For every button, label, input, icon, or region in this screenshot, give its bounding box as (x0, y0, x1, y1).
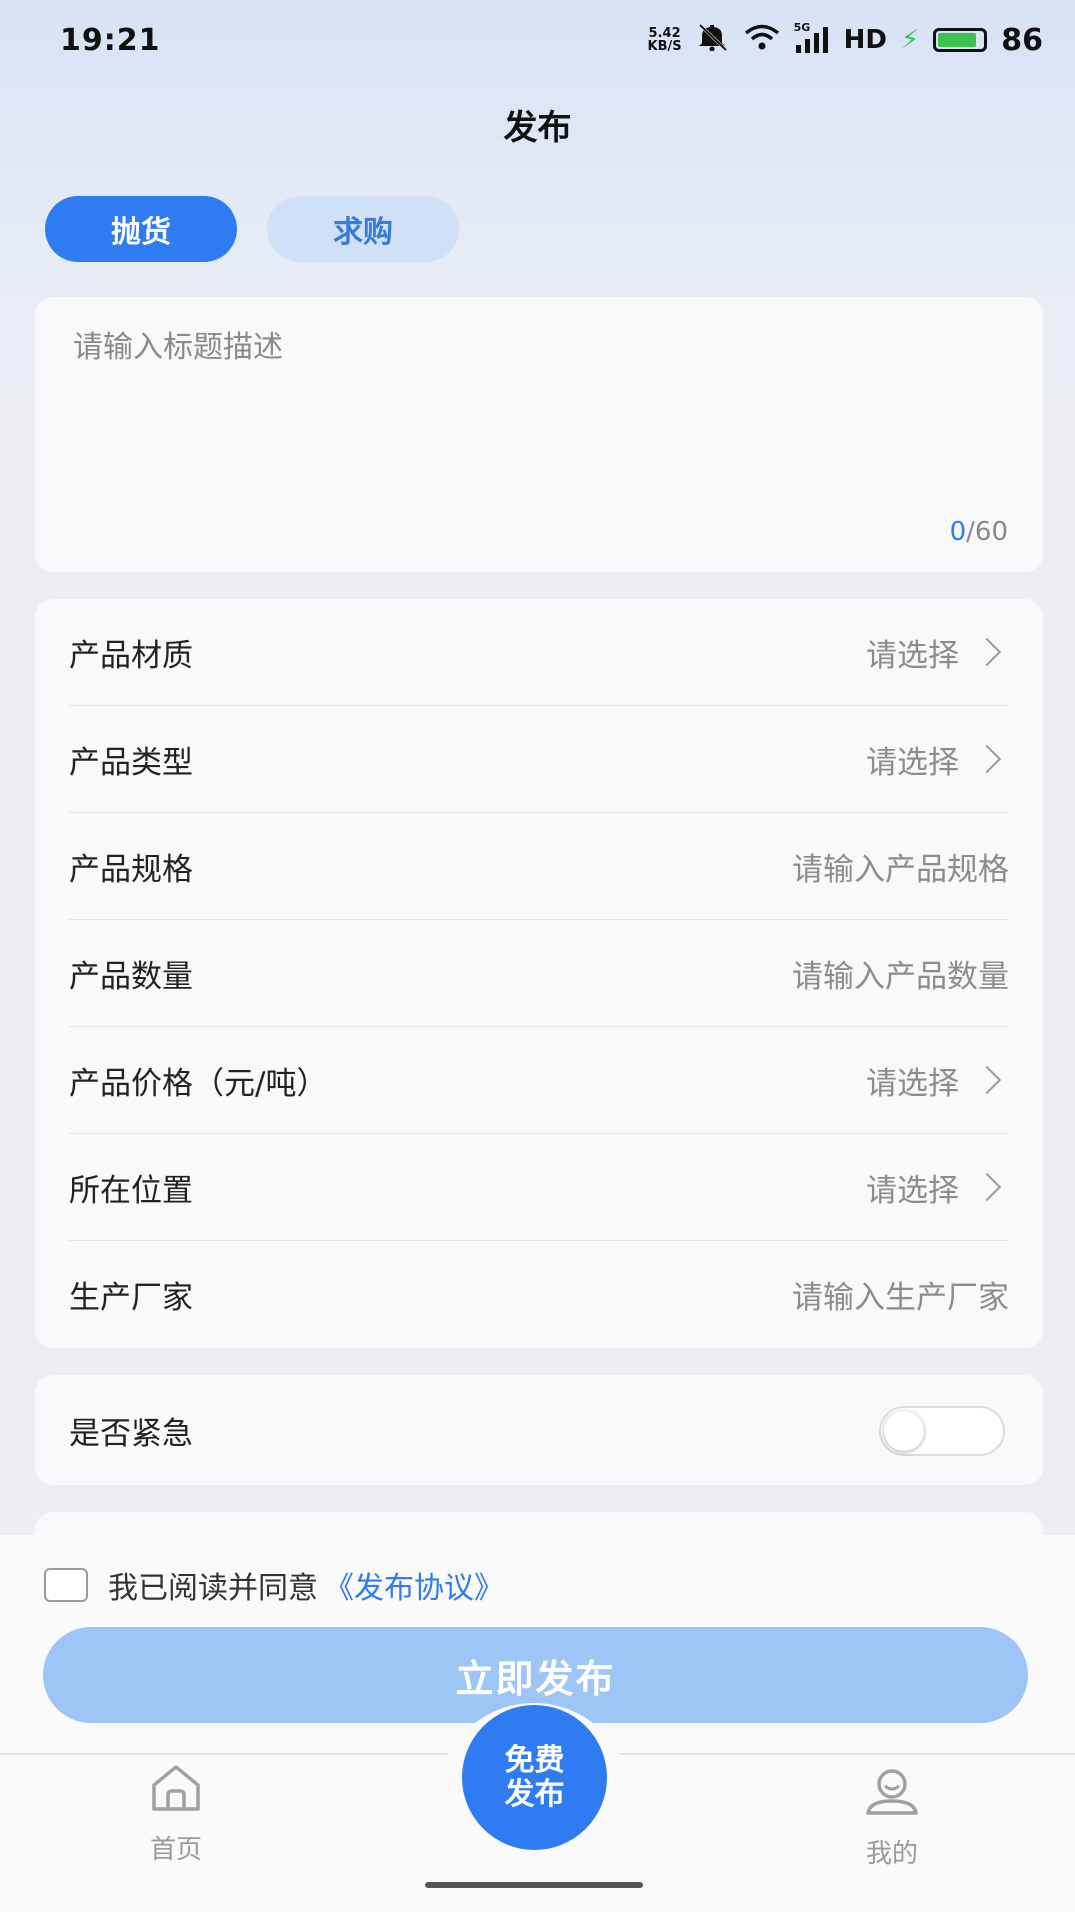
chevron-right-icon (972, 744, 1002, 774)
row-value: 请选择 (866, 637, 959, 674)
row-value: 请选择 (866, 1172, 959, 1209)
row-location[interactable]: 所在位置 请选择 (69, 1134, 1009, 1241)
status-bar: 19:21 5.42 KB/S 5G HD ⚡ 86 (0, 0, 1075, 80)
signal-icon: 5G (794, 21, 830, 53)
free-publish-line2: 发布 (504, 1776, 565, 1812)
agreement-checkbox[interactable] (44, 1568, 88, 1602)
row-product-spec[interactable]: 产品规格 请输入产品规格 (69, 813, 1009, 920)
chevron-right-icon (972, 1172, 1002, 1202)
free-publish-button[interactable]: 免费 发布 (462, 1705, 607, 1850)
product-spec-input[interactable]: 请输入产品规格 (792, 844, 1009, 889)
toggle-knob (884, 1410, 924, 1451)
char-count-current: 0 (949, 517, 967, 547)
product-quantity-input[interactable]: 请输入产品数量 (792, 951, 1009, 996)
title-description-input[interactable] (73, 322, 1003, 502)
urgent-card: 是否紧急 (35, 1375, 1043, 1485)
row-label: 产品类型 (69, 744, 193, 781)
home-indicator[interactable] (425, 1882, 643, 1888)
row-product-material[interactable]: 产品材质 请选择 (69, 599, 1009, 706)
nav-home[interactable]: 首页 (116, 1763, 236, 1866)
char-counter: 0/60 (950, 517, 1008, 547)
tab-buy[interactable]: 求购 (267, 196, 459, 262)
status-time: 19:21 (60, 22, 161, 58)
urgent-label: 是否紧急 (69, 1416, 193, 1452)
chevron-right-icon (972, 1065, 1002, 1095)
row-manufacturer[interactable]: 生产厂家 请输入生产厂家 (69, 1241, 1009, 1348)
wifi-icon (744, 24, 780, 57)
urgent-toggle[interactable] (879, 1405, 1005, 1456)
user-icon (862, 1767, 922, 1827)
row-label: 产品数量 (69, 958, 193, 995)
agreement-link[interactable]: 《发布协议》 (324, 1563, 504, 1607)
manufacturer-input[interactable]: 请输入生产厂家 (792, 1272, 1009, 1317)
tab-sell[interactable]: 抛货 (45, 196, 237, 262)
bottom-panel: 我已阅读并同意 《发布协议》 立即发布 首页 免费 发布 我的 (0, 1535, 1075, 1912)
product-form-card: 产品材质 请选择 产品类型 请选择 产品规格 请输入产品规格 产品数量 请输入产… (35, 599, 1043, 1348)
row-product-price[interactable]: 产品价格（元/吨） 请选择 (69, 1027, 1009, 1134)
network-type: 5G (793, 21, 811, 34)
row-label: 产品规格 (69, 851, 193, 888)
row-value: 请选择 (866, 744, 959, 781)
status-icons: 5.42 KB/S 5G HD ⚡ 86 (648, 21, 1043, 58)
battery-percent: 86 (1001, 22, 1043, 58)
free-publish-line1: 免费 (504, 1742, 565, 1778)
row-label: 产品价格（元/吨） (69, 1065, 328, 1102)
row-label: 生产厂家 (69, 1280, 193, 1316)
char-count-max: /60 (966, 517, 1008, 547)
charging-icon: ⚡ (900, 25, 920, 55)
page-title: 发布 (503, 108, 572, 148)
net-speed-unit: KB/S (647, 39, 682, 54)
hd-badge: HD (843, 25, 887, 55)
net-speed: 5.42 KB/S (648, 27, 682, 53)
publish-type-tabs: 抛货 求购 (45, 196, 459, 262)
row-product-quantity[interactable]: 产品数量 请输入产品数量 (69, 920, 1009, 1027)
row-label: 所在位置 (69, 1172, 193, 1209)
row-urgent: 是否紧急 (69, 1377, 1009, 1484)
home-icon (146, 1763, 206, 1823)
nav-mine[interactable]: 我的 (832, 1767, 952, 1870)
agreement-row: 我已阅读并同意 《发布协议》 (44, 1563, 504, 1607)
title-description-card: 0/60 (35, 297, 1043, 572)
mute-icon (696, 23, 730, 58)
battery-icon (933, 28, 988, 52)
row-value: 请选择 (866, 1065, 959, 1102)
chevron-right-icon (972, 637, 1002, 667)
agreement-text: 我已阅读并同意 (108, 1571, 318, 1606)
nav-home-label: 首页 (149, 1835, 202, 1865)
row-product-type[interactable]: 产品类型 请选择 (69, 706, 1009, 813)
row-label: 产品材质 (69, 637, 193, 674)
nav-mine-label: 我的 (865, 1839, 918, 1869)
